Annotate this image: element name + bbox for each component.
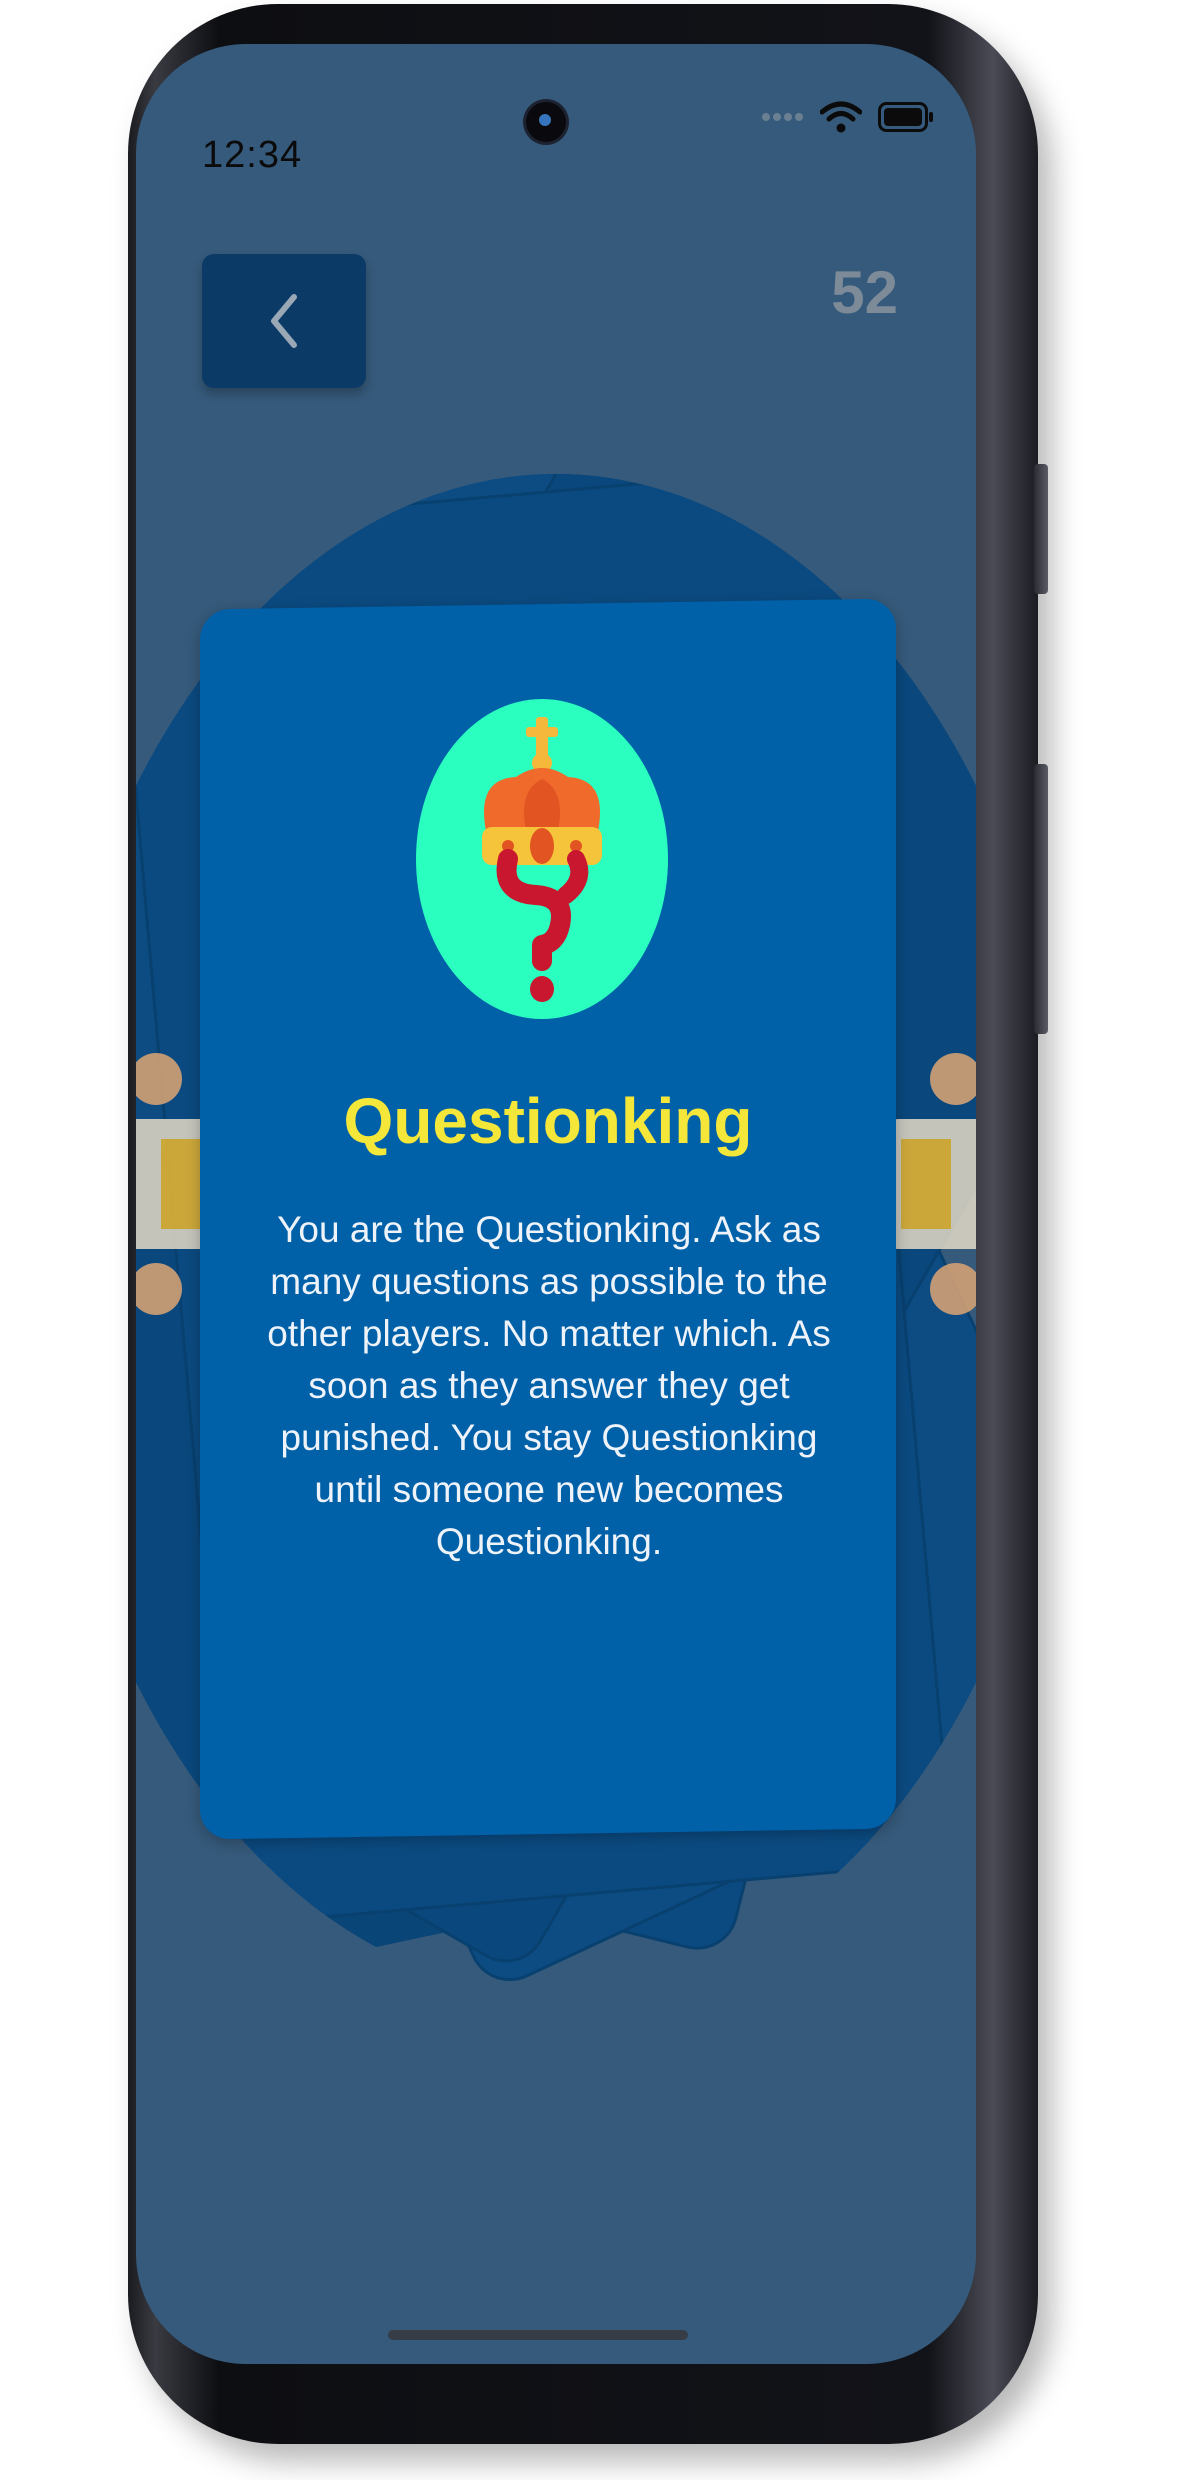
front-camera — [526, 102, 566, 142]
phone-frame: 12:34 52 Questionking You are the Questi… — [128, 4, 1048, 2444]
wifi-icon — [820, 101, 862, 133]
card-description: You are the Questionking. Ask as many qu… — [267, 1209, 831, 1562]
app-screen: 12:34 52 Questionking You are the Questi… — [136, 44, 976, 2364]
card-icon-badge — [416, 699, 668, 1019]
signal-dots-icon — [762, 113, 803, 121]
card-title: Questionking — [343, 1085, 753, 1157]
game-card[interactable]: Questionking You are the Questionking. A… — [200, 598, 896, 1840]
home-indicator[interactable] — [388, 2330, 688, 2340]
back-button[interactable] — [202, 254, 366, 388]
status-icons — [760, 100, 934, 134]
chevron-left-icon — [271, 294, 297, 348]
card-counter: 52 — [831, 259, 898, 326]
device-mockup: 12:34 52 Questionking You are the Questi… — [0, 0, 1190, 2480]
status-time: 12:34 — [202, 134, 303, 176]
battery-icon — [878, 102, 933, 132]
volume-button — [1034, 764, 1048, 1034]
crowned-question-mark-icon — [482, 717, 602, 1002]
power-button — [1034, 464, 1048, 594]
